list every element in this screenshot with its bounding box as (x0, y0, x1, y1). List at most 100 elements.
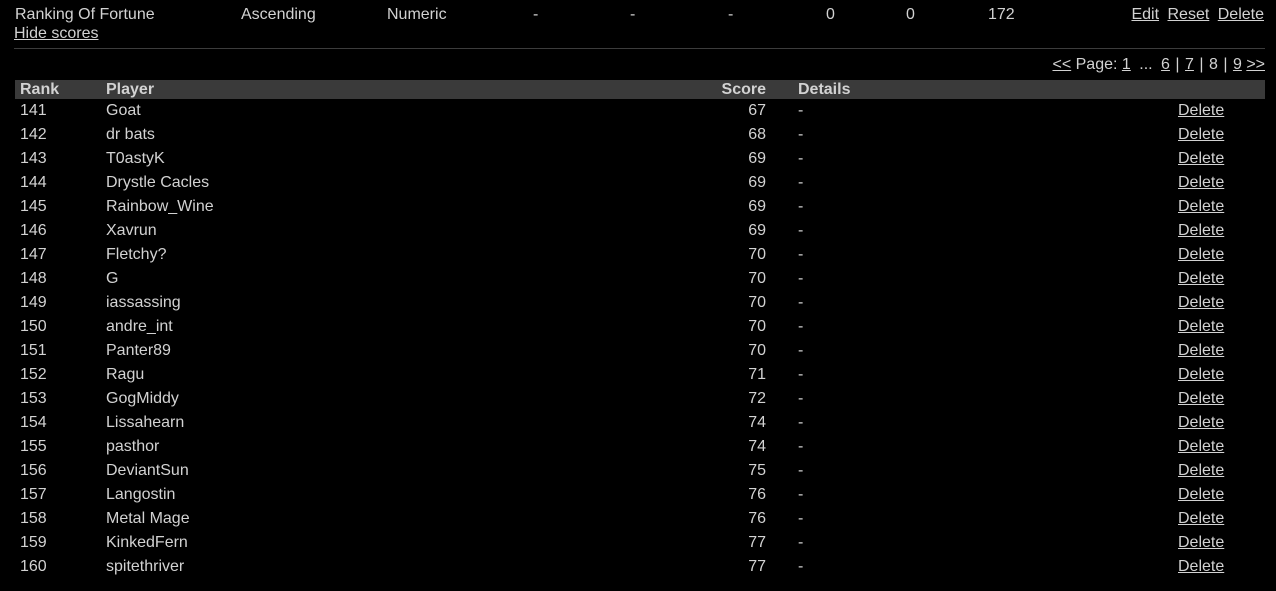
score-cell: 74 (748, 414, 766, 431)
score-cell: 69 (748, 150, 766, 167)
delete-score-link[interactable]: Delete (1178, 294, 1224, 311)
cell-spacer (766, 507, 798, 531)
score-cell: 70 (748, 342, 766, 359)
rank-cell: 155 (20, 438, 47, 455)
page-separator: | (1175, 56, 1180, 73)
delete-score-link[interactable]: Delete (1178, 438, 1224, 455)
delete-score-link[interactable]: Delete (1178, 174, 1224, 191)
delete-score-link[interactable]: Delete (1178, 390, 1224, 407)
delete-score-link[interactable]: Delete (1178, 126, 1224, 143)
delete-cell: Delete (1178, 507, 1265, 531)
score-cell: 75 (748, 462, 766, 479)
cell-spacer (766, 219, 798, 243)
player-cell: Langostin (106, 486, 176, 503)
delete-cell: Delete (1178, 555, 1265, 579)
table-row: 151 Panter89 70 - Delete (15, 339, 1265, 363)
table-row: 150 andre_int 70 - Delete (15, 315, 1265, 339)
cell-spacer (766, 243, 798, 267)
score-header: Score (706, 80, 766, 99)
delete-score-link[interactable]: Delete (1178, 318, 1224, 335)
details-cell: - (798, 342, 804, 359)
rank-cell: 147 (20, 246, 47, 263)
rank-cell: 157 (20, 486, 47, 503)
delete-score-link[interactable]: Delete (1178, 510, 1224, 527)
score-count: 172 (988, 6, 1015, 23)
delete-score-link[interactable]: Delete (1178, 486, 1224, 503)
prev-page-link[interactable]: << (1052, 56, 1071, 73)
table-row: 148 G 70 - Delete (15, 267, 1265, 291)
delete-cell: Delete (1178, 171, 1265, 195)
table-row: 152 Ragu 71 - Delete (15, 363, 1265, 387)
score-cell: 69 (748, 222, 766, 239)
delete-score-link[interactable]: Delete (1178, 342, 1224, 359)
summary-col-8: 0 (906, 6, 915, 23)
delete-score-link[interactable]: Delete (1178, 246, 1224, 263)
rank-cell: 143 (20, 150, 47, 167)
edit-link[interactable]: Edit (1131, 6, 1159, 23)
delete-score-link[interactable]: Delete (1178, 462, 1224, 479)
table-row: 158 Metal Mage 76 - Delete (15, 507, 1265, 531)
rank-cell: 149 (20, 294, 47, 311)
delete-score-link[interactable]: Delete (1178, 558, 1224, 575)
delete-score-link[interactable]: Delete (1178, 534, 1224, 551)
rank-cell: 145 (20, 198, 47, 215)
table-row: 145 Rainbow_Wine 69 - Delete (15, 195, 1265, 219)
delete-cell: Delete (1178, 147, 1265, 171)
player-cell: Xavrun (106, 222, 157, 239)
score-cell: 76 (748, 510, 766, 527)
scores-body: 141 Goat 67 - Delete 142 dr bats 68 - Delete 143 T0… (15, 99, 1265, 579)
page-link-7[interactable]: 7 (1185, 56, 1194, 73)
rank-cell: 158 (20, 510, 47, 527)
delete-cell: Delete (1178, 459, 1265, 483)
cell-spacer (766, 171, 798, 195)
table-row: 144 Drystle Cacles 69 - Delete (15, 171, 1265, 195)
delete-cell: Delete (1178, 387, 1265, 411)
delete-score-link[interactable]: Delete (1178, 102, 1224, 119)
details-cell: - (798, 438, 804, 455)
delete-leaderboard-link[interactable]: Delete (1218, 6, 1264, 23)
delete-score-link[interactable]: Delete (1178, 270, 1224, 287)
player-cell: Fletchy? (106, 246, 167, 263)
score-cell: 77 (748, 558, 766, 575)
rank-header: Rank (15, 80, 106, 99)
delete-cell: Delete (1178, 483, 1265, 507)
details-cell: - (798, 414, 804, 431)
details-cell: - (798, 366, 804, 383)
table-row: 160 spitethriver 77 - Delete (15, 555, 1265, 579)
delete-score-link[interactable]: Delete (1178, 198, 1224, 215)
score-cell: 72 (748, 390, 766, 407)
cell-spacer (766, 123, 798, 147)
page-link-1[interactable]: 1 (1122, 56, 1131, 73)
delete-cell: Delete (1178, 291, 1265, 315)
score-cell: 68 (748, 126, 766, 143)
page-link-9[interactable]: 9 (1233, 56, 1242, 73)
table-row: 159 KinkedFern 77 - Delete (15, 531, 1265, 555)
delete-cell: Delete (1178, 411, 1265, 435)
next-page-link[interactable]: >> (1246, 56, 1265, 73)
details-cell: - (798, 126, 804, 143)
page-link-6[interactable]: 6 (1161, 56, 1170, 73)
rank-cell: 159 (20, 534, 47, 551)
player-header: Player (106, 80, 706, 99)
player-cell: spitethriver (106, 558, 185, 575)
rank-cell: 141 (20, 102, 47, 119)
reset-link[interactable]: Reset (1168, 6, 1210, 23)
table-row: 154 Lissahearn 74 - Delete (15, 411, 1265, 435)
details-cell: - (798, 534, 804, 551)
details-cell: - (798, 270, 804, 287)
score-cell: 69 (748, 174, 766, 191)
delete-score-link[interactable]: Delete (1178, 222, 1224, 239)
hide-scores-link[interactable]: Hide scores (14, 25, 98, 43)
details-cell: - (798, 150, 804, 167)
score-cell: 69 (748, 198, 766, 215)
rank-cell: 160 (20, 558, 47, 575)
cell-spacer (766, 291, 798, 315)
player-cell: dr bats (106, 126, 155, 143)
delete-score-link[interactable]: Delete (1178, 414, 1224, 431)
delete-score-link[interactable]: Delete (1178, 150, 1224, 167)
table-row: 156 DeviantSun 75 - Delete (15, 459, 1265, 483)
delete-cell: Delete (1178, 435, 1265, 459)
rank-cell: 152 (20, 366, 47, 383)
delete-score-link[interactable]: Delete (1178, 366, 1224, 383)
details-cell: - (798, 510, 804, 527)
